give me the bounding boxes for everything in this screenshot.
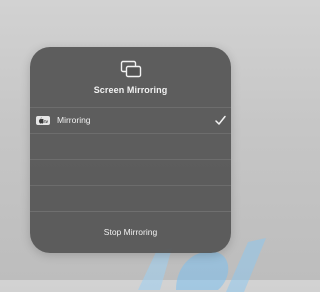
empty-row	[30, 159, 231, 185]
empty-row	[30, 133, 231, 159]
screen-mirroring-panel: Screen Mirroring tv Mirroring Stop Mirro…	[30, 47, 231, 253]
device-row-mirroring[interactable]: tv Mirroring	[30, 107, 231, 133]
device-label: Mirroring	[57, 115, 91, 125]
device-list: tv Mirroring	[30, 107, 231, 211]
empty-row	[30, 185, 231, 211]
panel-header: Screen Mirroring	[30, 47, 231, 107]
panel-title: Screen Mirroring	[93, 85, 168, 95]
stop-mirroring-button[interactable]: Stop Mirroring	[30, 211, 231, 253]
apple-tv-icon: tv	[36, 116, 50, 125]
svg-text:tv: tv	[44, 119, 48, 124]
checkmark-icon	[215, 115, 226, 125]
screen-mirroring-icon	[120, 60, 142, 78]
